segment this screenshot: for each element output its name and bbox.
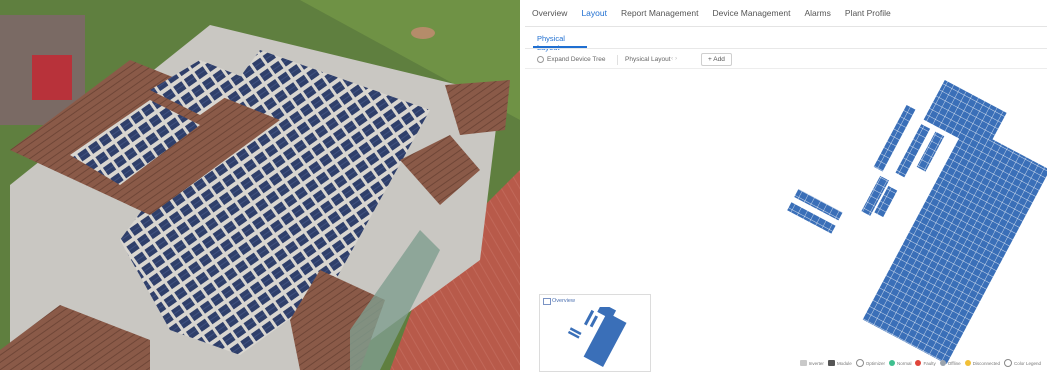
expand-device-tree-toggle[interactable]: Expand Device Tree	[537, 56, 606, 63]
add-button[interactable]: + Add	[701, 53, 732, 66]
tab-alarms[interactable]: Alarms	[797, 8, 837, 24]
tab-plant-profile[interactable]: Plant Profile	[838, 8, 898, 24]
legend-item-disconnected: Disconnected	[964, 360, 1000, 366]
legend-label: Color Legend	[1013, 360, 1041, 366]
inverter-icon	[799, 360, 807, 366]
tab-overview[interactable]: Overview	[525, 8, 574, 24]
panel-layout-group	[787, 79, 1047, 365]
subtab-physical-layout[interactable]: Physical Layout	[537, 34, 565, 52]
legend-label: Optimizer	[865, 360, 885, 366]
legend-item-normal: Normal	[888, 360, 912, 366]
toolbar-divider	[525, 68, 1047, 69]
legend-item-faulty: Faulty	[915, 360, 936, 366]
legend-label: Inverter	[808, 360, 824, 366]
subtab-divider	[525, 48, 1047, 49]
legend-label: Disconnected	[972, 360, 1000, 366]
top-nav: Overview Layout Report Management Device…	[525, 8, 898, 24]
tab-report-management[interactable]: Report Management	[614, 8, 706, 24]
status-legend: Inverter Module Optimizer Normal Faulty …	[799, 358, 1041, 368]
offline-icon	[939, 360, 946, 366]
optimizer-icon	[855, 359, 864, 367]
panel-array-main[interactable]	[862, 125, 1047, 365]
tab-device-management[interactable]: Device Management	[705, 8, 797, 24]
legend-label: Offline	[947, 360, 961, 366]
toolbar: Expand Device Tree Physical Layout ‹ › +…	[525, 52, 1047, 68]
normal-icon	[888, 360, 895, 366]
legend-item-optimizer: Optimizer	[855, 359, 885, 367]
legend-label: Module	[836, 360, 852, 366]
minimap-graphic	[567, 307, 627, 368]
legend-item-module: Module	[827, 360, 852, 366]
legend-label: Faulty	[923, 360, 936, 366]
legend-item-offline: Offline	[939, 360, 961, 366]
legend-item-color-legend[interactable]: Color Legend	[1003, 359, 1041, 367]
nav-divider	[525, 26, 1047, 27]
aerial-photo	[0, 0, 520, 370]
toggle-radio-icon	[537, 56, 544, 63]
overview-icon	[543, 298, 551, 305]
overview-title: Overview	[552, 298, 575, 304]
legend-label: Normal	[896, 360, 912, 366]
faulty-icon	[915, 360, 922, 366]
module-icon	[827, 360, 835, 366]
overview-minimap[interactable]: Overview	[539, 294, 651, 372]
color-legend-icon	[1003, 359, 1012, 367]
tab-layout[interactable]: Layout	[574, 8, 614, 24]
physical-layout-selector[interactable]: Physical Layout	[625, 56, 671, 63]
layout-app: Overview Layout Report Management Device…	[525, 0, 1047, 372]
disconnected-icon	[964, 360, 971, 366]
expand-device-tree-label: Expand Device Tree	[547, 56, 606, 64]
toolbar-separator	[617, 55, 618, 65]
legend-item-inverter: Inverter	[799, 360, 824, 366]
nav-arrows-icon[interactable]: ‹ ›	[671, 55, 677, 62]
